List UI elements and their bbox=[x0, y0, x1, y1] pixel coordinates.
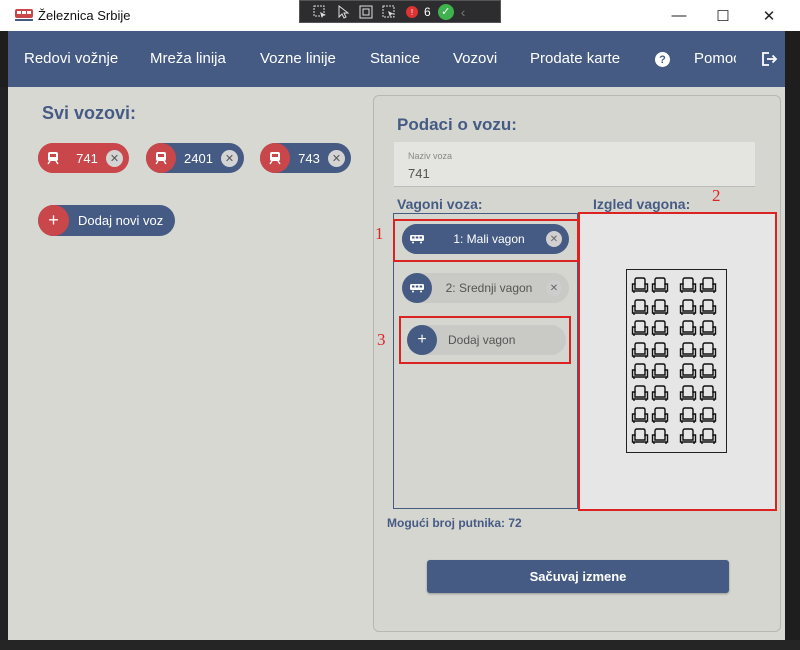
nav-item-redovi-voznje[interactable]: Redovi vožnje bbox=[24, 50, 118, 67]
add-train-button[interactable]: + Dodaj novi voz bbox=[38, 205, 175, 236]
nav-item-stanice[interactable]: Stanice bbox=[370, 50, 420, 67]
nav-item-vozovi[interactable]: Vozovi bbox=[453, 50, 497, 67]
train-name-label: Naziv voza bbox=[408, 151, 453, 161]
nav-item-pomoc[interactable]: Pomoć bbox=[694, 50, 736, 67]
annotation-number-2: 2 bbox=[712, 186, 721, 205]
remove-wagon-icon[interactable]: ✕ bbox=[546, 280, 562, 296]
taskbar-edge bbox=[0, 640, 800, 650]
error-count: 6 bbox=[424, 4, 431, 19]
remove-train-icon[interactable]: ✕ bbox=[221, 149, 238, 167]
nav-item-vozne-linije[interactable]: Vozne linije bbox=[260, 50, 336, 67]
annotation-box-3 bbox=[399, 316, 571, 364]
collapse-chevron-icon[interactable]: ‹ bbox=[461, 4, 466, 20]
annotation-number-3: 3 bbox=[377, 330, 386, 349]
annotation-box-2 bbox=[578, 212, 777, 511]
train-name-value[interactable]: 741 bbox=[408, 166, 430, 181]
train-icon bbox=[38, 143, 68, 173]
binding-errors-icon[interactable]: ! bbox=[404, 4, 420, 20]
save-changes-button[interactable]: Sačuvaj izmene bbox=[427, 560, 729, 593]
train-chip-741[interactable]: 741 ✕ bbox=[38, 143, 129, 173]
select-element-icon[interactable] bbox=[312, 4, 328, 20]
remove-train-icon[interactable]: ✕ bbox=[328, 149, 345, 167]
passenger-capacity: Mogući broj putnika: 72 bbox=[387, 516, 522, 530]
layout-adorner-icon[interactable] bbox=[358, 4, 374, 20]
help-icon[interactable]: ? bbox=[655, 52, 670, 67]
wagons-title: Vagoni voza: bbox=[397, 196, 483, 212]
close-button[interactable]: ✕ bbox=[746, 0, 792, 31]
maximize-button[interactable]: ☐ bbox=[700, 0, 746, 31]
all-trains-title: Svi vozovi: bbox=[42, 103, 137, 123]
train-chip-label: 741 bbox=[76, 150, 98, 166]
minimize-button[interactable]: — bbox=[656, 0, 702, 31]
remove-train-icon[interactable]: ✕ bbox=[106, 149, 123, 167]
main-content: Svi vozovi: 741 ✕ 2401 ✕ 743 ✕ + Dodaj n… bbox=[8, 87, 785, 640]
check-icon[interactable]: ✓ bbox=[437, 3, 454, 20]
annotation-number-1: 1 bbox=[375, 224, 384, 243]
track-focus-icon[interactable] bbox=[381, 4, 397, 20]
window-titlebar: Železnica Srbije ! 6 ✓ ‹ — ☐ ✕ bbox=[0, 0, 800, 31]
nav-item-prodate-karte[interactable]: Prodate karte bbox=[530, 50, 620, 67]
pointer-icon[interactable] bbox=[335, 4, 351, 20]
train-details-title: Podaci o vozu: bbox=[397, 115, 517, 134]
train-chip-label: 2401 bbox=[184, 150, 213, 166]
train-name-field[interactable]: Naziv voza 741 bbox=[394, 142, 755, 187]
train-app-icon bbox=[15, 9, 33, 21]
logout-icon[interactable] bbox=[760, 50, 778, 68]
train-chip-743[interactable]: 743 ✕ bbox=[260, 143, 351, 173]
svg-text:!: ! bbox=[411, 8, 413, 17]
wagon-icon bbox=[402, 273, 432, 303]
debug-toolbar: ! 6 ✓ ‹ bbox=[299, 0, 501, 23]
train-chip-2401[interactable]: 2401 ✕ bbox=[146, 143, 244, 173]
train-icon bbox=[260, 143, 290, 173]
plus-icon: + bbox=[38, 205, 69, 236]
wagon-layout-title: Izgled vagona: bbox=[593, 196, 691, 212]
annotation-box-1 bbox=[393, 219, 579, 262]
window-edge bbox=[0, 87, 8, 640]
wagon-item-2[interactable]: 2: Srednji vagon ✕ bbox=[402, 273, 569, 303]
train-chip-label: 743 bbox=[298, 150, 320, 166]
window-title: Železnica Srbije bbox=[38, 8, 131, 23]
main-nav: Redovi vožnje Mreža linija Vozne linije … bbox=[8, 31, 785, 87]
wagon-item-label: 2: Srednji vagon bbox=[445, 281, 533, 295]
add-train-label: Dodaj novi voz bbox=[78, 213, 164, 228]
train-icon bbox=[146, 143, 176, 173]
nav-item-mreza-linija[interactable]: Mreža linija bbox=[150, 50, 226, 67]
